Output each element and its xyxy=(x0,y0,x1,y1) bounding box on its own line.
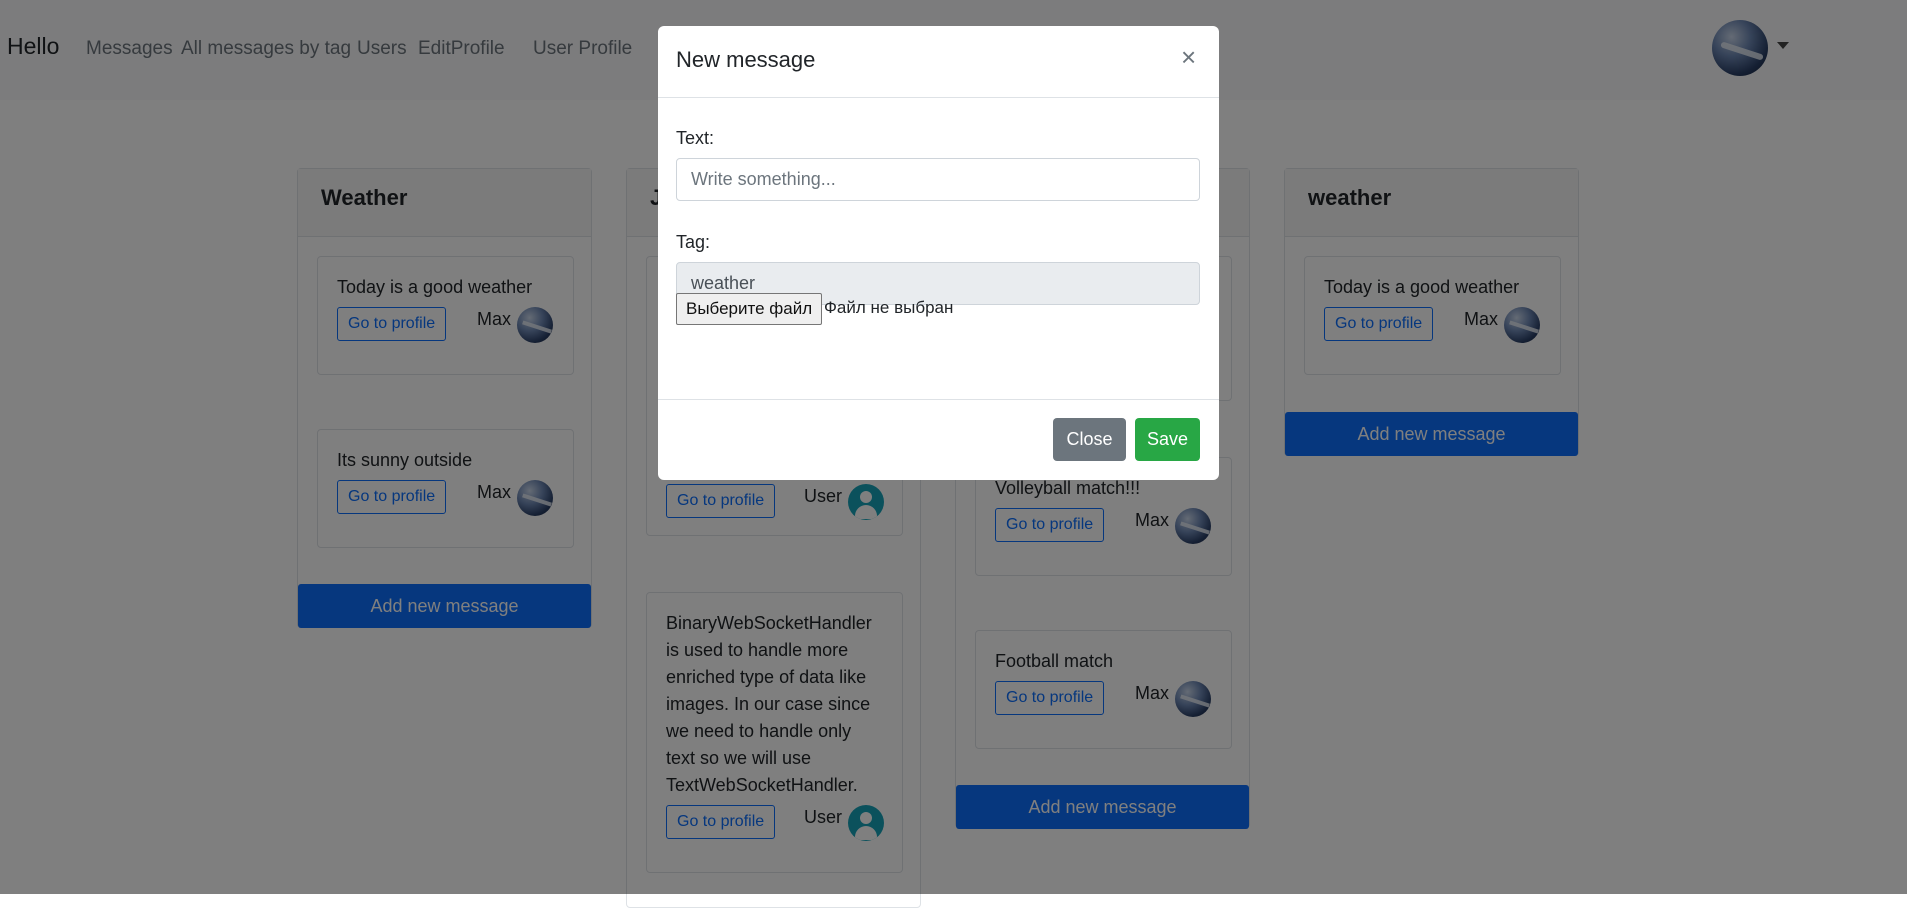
close-button[interactable]: Close xyxy=(1053,418,1126,461)
text-label: Text: xyxy=(676,128,715,148)
choose-file-button[interactable]: Выберите файл xyxy=(676,293,823,325)
save-button[interactable]: Save xyxy=(1135,418,1200,461)
close-icon[interactable]: × xyxy=(1181,44,1196,70)
new-message-modal: New message × Text: Write something... T… xyxy=(658,26,1219,480)
file-status: Файл не выбран xyxy=(824,298,954,317)
modal-header: New message × xyxy=(658,26,1219,98)
modal-body: Text: Write something... Tag: weather Вы… xyxy=(658,98,1219,400)
message-text-input[interactable]: Write something... xyxy=(676,158,1200,201)
tag-label: Tag: xyxy=(676,232,711,252)
modal-title: New message xyxy=(676,47,816,72)
